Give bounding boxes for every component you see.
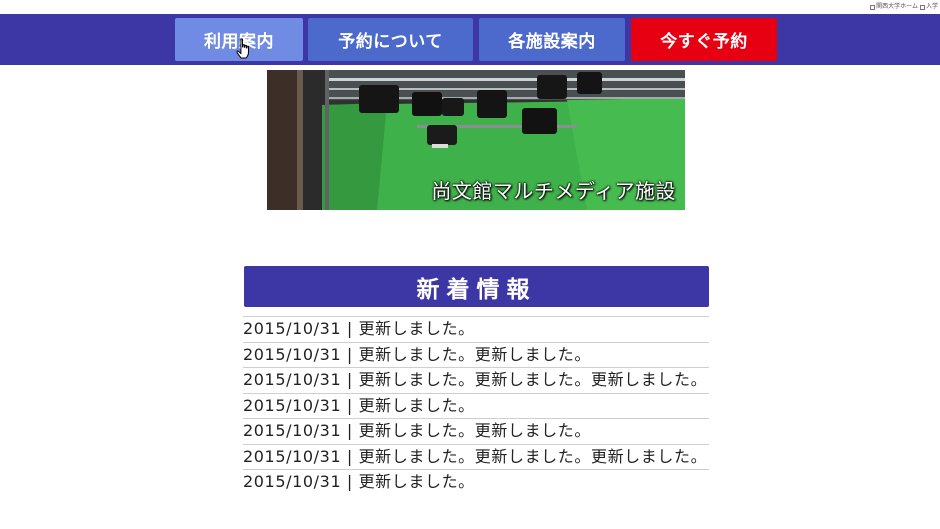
hero-banner: 尚文館マルチメディア施設 xyxy=(267,70,685,210)
news-item[interactable]: 2015/10/31 | 更新しました。 xyxy=(243,316,709,342)
main-navigation: 利用案内 予約について 各施設案内 今すぐ予約 xyxy=(0,14,940,65)
news-item[interactable]: 2015/10/31 | 更新しました。 xyxy=(243,392,709,419)
news-list: 2015/10/31 | 更新しました。 2015/10/31 | 更新しました… xyxy=(243,316,709,495)
news-item[interactable]: 2015/10/31 | 更新しました。更新しました。 xyxy=(243,418,709,444)
top-link-admission-label: 入学 xyxy=(925,3,938,10)
nav-reservation-info-button[interactable]: 予約について xyxy=(308,18,473,61)
top-link-admission[interactable]: 入学 xyxy=(919,3,938,11)
top-link-home[interactable]: 関西大学ホーム xyxy=(870,3,918,11)
news-item[interactable]: 2015/10/31 | 更新しました。更新しました。更新しました。 xyxy=(243,367,709,393)
nav-facility-guide-button[interactable]: 各施設案内 xyxy=(479,18,625,61)
square-bullet-icon xyxy=(870,4,876,10)
top-link-home-label: 関西大学ホーム xyxy=(876,3,918,10)
nav-usage-guide-button[interactable]: 利用案内 xyxy=(175,18,303,61)
news-item[interactable]: 2015/10/31 | 更新しました。更新しました。 xyxy=(243,341,709,368)
news-section-title: 新着情報 xyxy=(244,266,709,307)
news-item[interactable]: 2015/10/31 | 更新しました。 xyxy=(243,469,709,495)
page: 関西大学ホーム 入学 利用案内 予約について 各施設案内 今すぐ予約 尚文館マル… xyxy=(0,0,940,529)
square-bullet-icon xyxy=(919,4,925,10)
nav-reserve-now-button[interactable]: 今すぐ予約 xyxy=(631,18,777,61)
news-item[interactable]: 2015/10/31 | 更新しました。更新しました。更新しました。 xyxy=(243,443,709,470)
top-utility-links: 関西大学ホーム 入学 xyxy=(870,0,940,14)
hero-caption: 尚文館マルチメディア施設 xyxy=(431,179,676,203)
